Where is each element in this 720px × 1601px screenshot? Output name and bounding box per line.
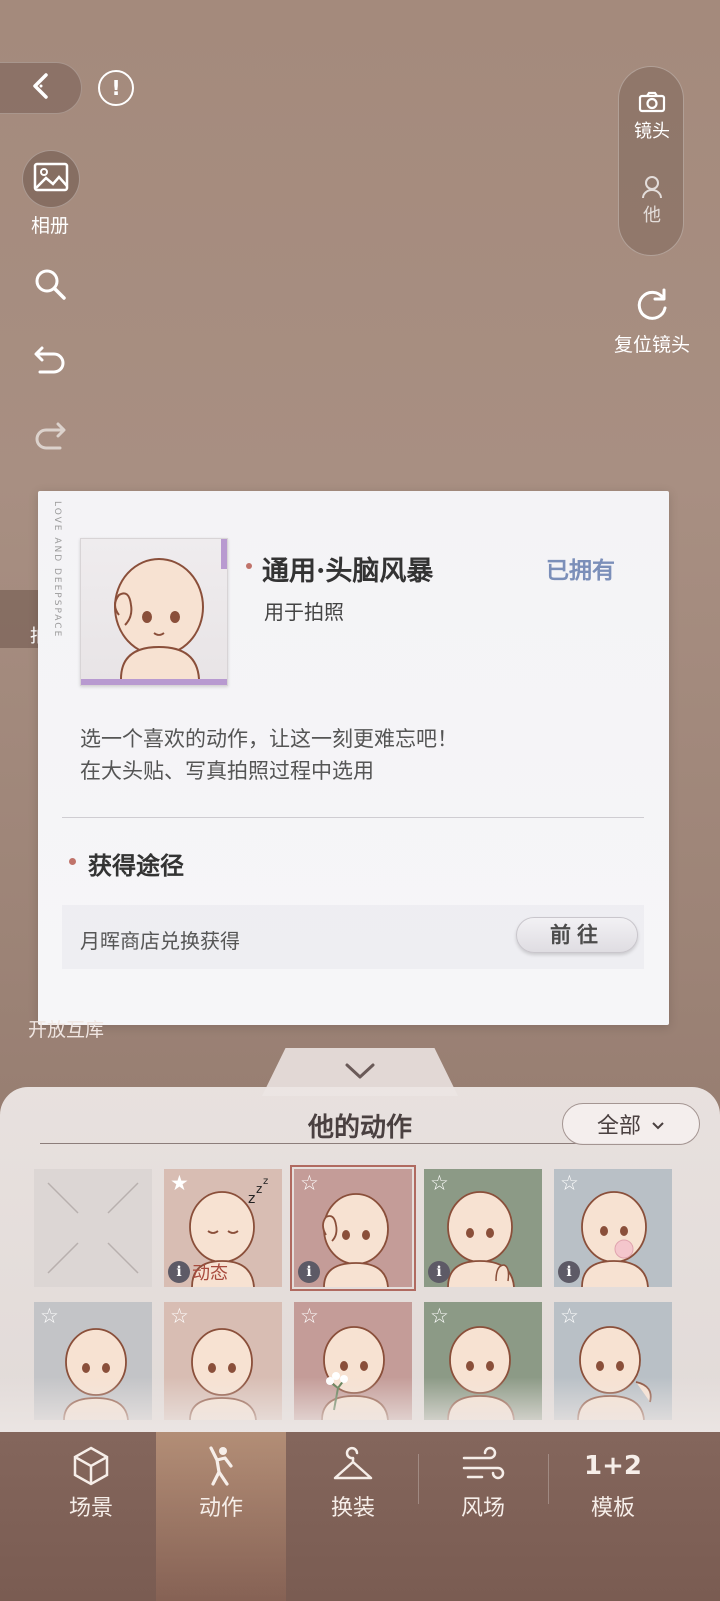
wind-icon <box>418 1444 548 1488</box>
owned-badge: 已拥有 <box>546 558 615 584</box>
him-label: 他 <box>643 205 661 226</box>
bottom-nav: 场景 动作 换装 风场 1+2 模板 <box>0 1432 720 1601</box>
search-icon <box>32 266 68 306</box>
goto-button[interactable]: 前往 <box>516 917 638 953</box>
template-icon: 1+2 <box>584 1451 642 1481</box>
camera-switch-pill[interactable]: 镜头 他 <box>618 66 684 256</box>
section-bullet <box>69 858 76 865</box>
person-icon <box>619 175 685 201</box>
nav-outfit[interactable]: 换装 <box>288 1432 418 1601</box>
info-icon[interactable]: i <box>168 1261 190 1283</box>
item-title: 通用·头脑风暴 <box>262 556 434 587</box>
nav-action[interactable]: 动作 <box>156 1432 286 1601</box>
nav-wind[interactable]: 风场 <box>418 1432 548 1601</box>
undo-icon <box>32 340 68 380</box>
svg-text:z: z <box>248 1191 255 1207</box>
album-button[interactable] <box>22 150 80 208</box>
svg-text:z: z <box>256 1182 262 1196</box>
star-outline-icon[interactable]: ☆ <box>300 1306 319 1327</box>
album-label: 相册 <box>30 215 69 237</box>
reset-camera-label: 复位镜头 <box>613 334 690 356</box>
item-subtitle: 用于拍照 <box>264 600 344 624</box>
redo-button[interactable] <box>28 414 72 458</box>
camera-icon <box>619 91 685 117</box>
title-bullet <box>246 563 252 569</box>
action-item-selected[interactable]: ☆ i <box>290 1165 416 1291</box>
back-button[interactable] <box>0 62 82 114</box>
info-icon[interactable]: i <box>428 1261 450 1283</box>
obtain-heading: 获得途径 <box>88 851 184 880</box>
chibi-thinking-illustration <box>114 558 204 680</box>
star-outline-icon[interactable]: ☆ <box>560 1173 579 1194</box>
actions-panel: 他的动作 全部 z z z ★ i 动态 ☆ i ☆ i ☆ i ☆ ☆ ☆ ☆… <box>0 1087 720 1432</box>
chevron-left-icon <box>26 71 56 105</box>
action-slot-empty[interactable] <box>34 1169 152 1287</box>
search-button[interactable] <box>28 264 72 308</box>
him-option[interactable]: 他 <box>619 175 685 227</box>
dynamic-tag: 动态 <box>192 1263 228 1284</box>
star-outline-icon[interactable]: ☆ <box>300 1173 319 1194</box>
obtain-source-row: 月晖商店兑换获得 前往 <box>62 905 644 969</box>
action-item[interactable]: ☆ i <box>424 1169 542 1287</box>
star-outline-icon[interactable]: ☆ <box>170 1306 189 1327</box>
star-outline-icon[interactable]: ☆ <box>560 1306 579 1327</box>
star-outline-icon[interactable]: ☆ <box>40 1306 59 1327</box>
deco-watermark-text: LOVE AND DEEPSPACE <box>52 501 62 639</box>
cube-icon <box>26 1444 156 1488</box>
filter-dropdown[interactable]: 全部 <box>562 1103 700 1145</box>
action-item[interactable]: z z z ★ i 动态 <box>164 1169 282 1287</box>
nav-scene[interactable]: 场景 <box>26 1432 156 1601</box>
item-thumbnail <box>80 538 228 686</box>
item-detail-dialog: LOVE AND DEEPSPACE 通用·头脑风暴 用于拍照 已拥有 选一个喜… <box>38 491 669 1025</box>
svg-text:z: z <box>263 1176 268 1187</box>
star-outline-icon[interactable]: ☆ <box>430 1306 449 1327</box>
star-icon[interactable]: ★ <box>170 1173 189 1194</box>
camera-option[interactable]: 镜头 <box>619 91 685 143</box>
reset-camera-button[interactable]: 复位镜头 <box>606 286 698 357</box>
camera-label: 镜头 <box>634 121 670 142</box>
obtain-source-text: 月晖商店兑换获得 <box>80 929 240 953</box>
info-button[interactable]: ! <box>98 70 134 106</box>
chevron-down-icon <box>651 1112 665 1137</box>
exclamation-circle-icon: ! <box>111 76 121 100</box>
nav-template[interactable]: 1+2 模板 <box>548 1432 678 1601</box>
item-description: 选一个喜欢的动作，让这一刻更难忘吧！ 在大头贴、写真拍照过程中选用 <box>80 727 458 783</box>
hanger-icon <box>288 1444 418 1488</box>
redo-icon <box>32 416 68 456</box>
background-partial-text: 开放互库 <box>28 1019 105 1041</box>
info-icon[interactable]: i <box>558 1261 580 1283</box>
pose-figure-icon <box>156 1444 286 1488</box>
action-item[interactable]: ☆ i <box>554 1169 672 1287</box>
dialog-divider <box>62 817 644 818</box>
star-outline-icon[interactable]: ☆ <box>430 1173 449 1194</box>
chevron-down-icon <box>344 1062 376 1084</box>
empty-slot-icon <box>47 1182 139 1274</box>
filter-label: 全部 <box>596 1114 641 1139</box>
partial-side-tab[interactable]: 拍 <box>0 590 48 648</box>
info-icon[interactable]: i <box>298 1261 320 1283</box>
undo-button[interactable] <box>28 338 72 382</box>
refresh-icon <box>606 286 698 330</box>
image-icon <box>33 162 69 196</box>
